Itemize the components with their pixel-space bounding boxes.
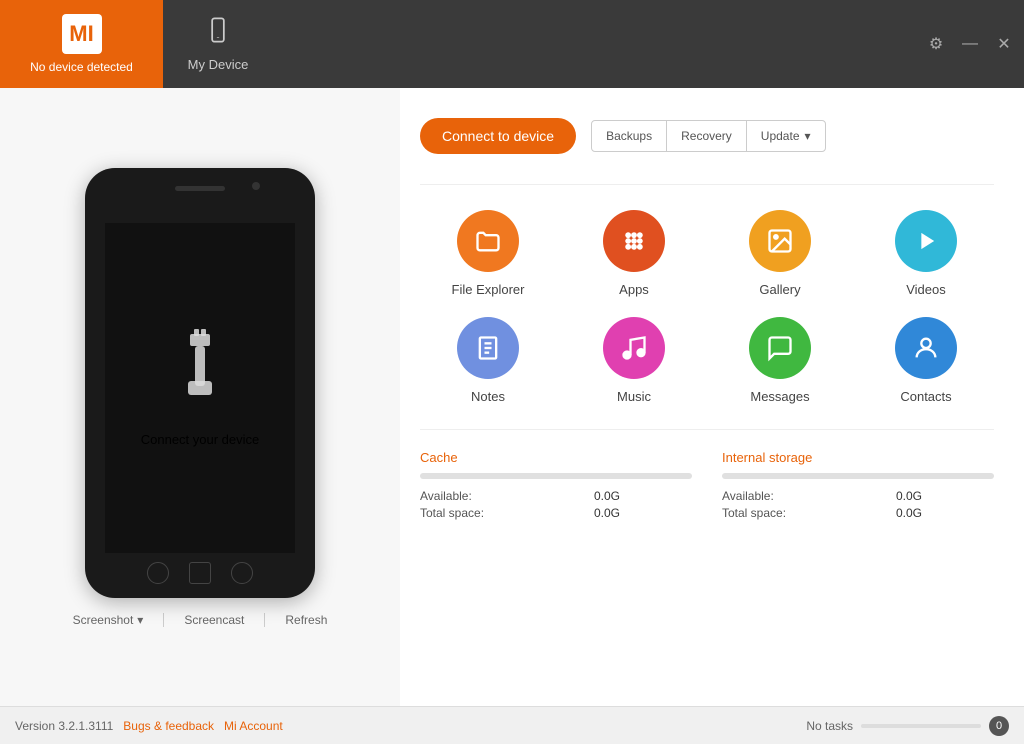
phone-device: Connect your device [85,168,315,598]
tab-buttons-group: Backups Recovery Update ▾ [591,120,825,152]
notes-label: Notes [471,389,505,404]
phone-bottom-buttons [147,562,253,584]
internal-bar [722,473,994,479]
phone-camera [252,182,260,190]
app-item-music[interactable]: Music [566,317,702,404]
internal-info: Available: 0.0G Total space: 0.0G [722,489,994,520]
file-explorer-icon [457,210,519,272]
internal-title: Internal storage [722,450,994,465]
divider [163,613,164,627]
cache-available-row: Available: 0.0G [420,489,620,503]
my-device-label: My Device [188,57,249,72]
cache-available-val: 0.0G [594,489,620,503]
phone-actions: Screenshot ▾ Screencast Refresh [73,613,328,627]
phone-home-btn [189,562,211,584]
tasks-progress-bar [861,724,981,728]
backups-tab[interactable]: Backups [591,120,667,152]
app-item-apps[interactable]: Apps [566,210,702,297]
device-icon [204,16,232,51]
file-explorer-label: File Explorer [452,282,525,297]
phone-back-btn [147,562,169,584]
divider-h2 [420,429,994,430]
internal-available-label: Available: [722,489,774,503]
no-tasks-label: No tasks [806,719,853,733]
app-item-gallery[interactable]: Gallery [712,210,848,297]
cache-bar [420,473,692,479]
apps-label: Apps [619,282,649,297]
usb-icon [170,329,230,412]
gallery-icon [749,210,811,272]
apps-grid: File Explorer Apps Gallery Videos Notes Music… [420,210,994,404]
no-tasks-section: No tasks 0 [806,716,1009,736]
mi-logo: MI [62,14,102,54]
notes-icon [457,317,519,379]
titlebar: MI No device detected My Device ⚙ — ✕ [0,0,1024,88]
app-item-file-explorer[interactable]: File Explorer [420,210,556,297]
phone-speaker [175,186,225,191]
settings-icon[interactable]: ⚙ [926,34,946,54]
tasks-count-badge: 0 [989,716,1009,736]
cache-total-row: Total space: 0.0G [420,506,620,520]
connect-device-text: Connect your device [141,432,260,447]
contacts-label: Contacts [900,389,951,404]
music-icon [603,317,665,379]
recovery-tab[interactable]: Recovery [667,120,746,152]
internal-total-row: Total space: 0.0G [722,506,922,520]
window-controls: ⚙ — ✕ [926,34,1014,54]
app-item-videos[interactable]: Videos [858,210,994,297]
phone-menu-btn [231,562,253,584]
update-tab[interactable]: Update ▾ [746,120,826,152]
right-panel: Connect to device Backups Recovery Updat… [400,88,1024,706]
cache-total-label: Total space: [420,506,484,520]
main-content: Connect your device Screenshot ▾ Screenc… [0,88,1024,706]
connect-to-device-button[interactable]: Connect to device [420,118,576,154]
screenshot-button[interactable]: Screenshot ▾ [73,613,144,627]
videos-label: Videos [906,282,946,297]
storage-section: Cache Available: 0.0G Total space: 0.0G [420,450,994,520]
cache-available-label: Available: [420,489,472,503]
version-text: Version 3.2.1.3111 [15,719,113,733]
screencast-button[interactable]: Screencast [184,613,244,627]
music-label: Music [617,389,651,404]
mi-account-link[interactable]: Mi Account [224,719,283,733]
internal-storage: Internal storage Available: 0.0G Total s… [722,450,994,520]
divider-h1 [420,184,994,185]
no-device-label: No device detected [30,60,133,74]
messages-label: Messages [750,389,809,404]
minimize-icon[interactable]: — [960,35,980,53]
bugs-feedback-link[interactable]: Bugs & feedback [123,719,214,733]
apps-icon [603,210,665,272]
app-item-messages[interactable]: Messages [712,317,848,404]
phone-panel: Connect your device Screenshot ▾ Screenc… [0,88,400,706]
cache-title: Cache [420,450,692,465]
my-device-tab[interactable]: My Device [163,0,273,88]
videos-icon [895,210,957,272]
cache-info: Available: 0.0G Total space: 0.0G [420,489,692,520]
no-device-tab[interactable]: MI No device detected [0,0,163,88]
phone-screen: Connect your device [105,223,295,553]
divider [264,613,265,627]
internal-total-val: 0.0G [896,506,922,520]
chevron-down-icon: ▾ [137,613,143,627]
app-item-notes[interactable]: Notes [420,317,556,404]
internal-available-row: Available: 0.0G [722,489,922,503]
internal-total-label: Total space: [722,506,786,520]
top-actions: Connect to device Backups Recovery Updat… [420,118,994,154]
cache-storage: Cache Available: 0.0G Total space: 0.0G [420,450,692,520]
gallery-label: Gallery [759,282,800,297]
internal-available-val: 0.0G [896,489,922,503]
update-chevron-icon: ▾ [805,129,811,143]
contacts-icon [895,317,957,379]
cache-total-val: 0.0G [594,506,620,520]
app-item-contacts[interactable]: Contacts [858,317,994,404]
bottom-bar: Version 3.2.1.3111 Bugs & feedback Mi Ac… [0,706,1024,744]
refresh-button[interactable]: Refresh [285,613,327,627]
close-icon[interactable]: ✕ [994,34,1014,54]
messages-icon [749,317,811,379]
